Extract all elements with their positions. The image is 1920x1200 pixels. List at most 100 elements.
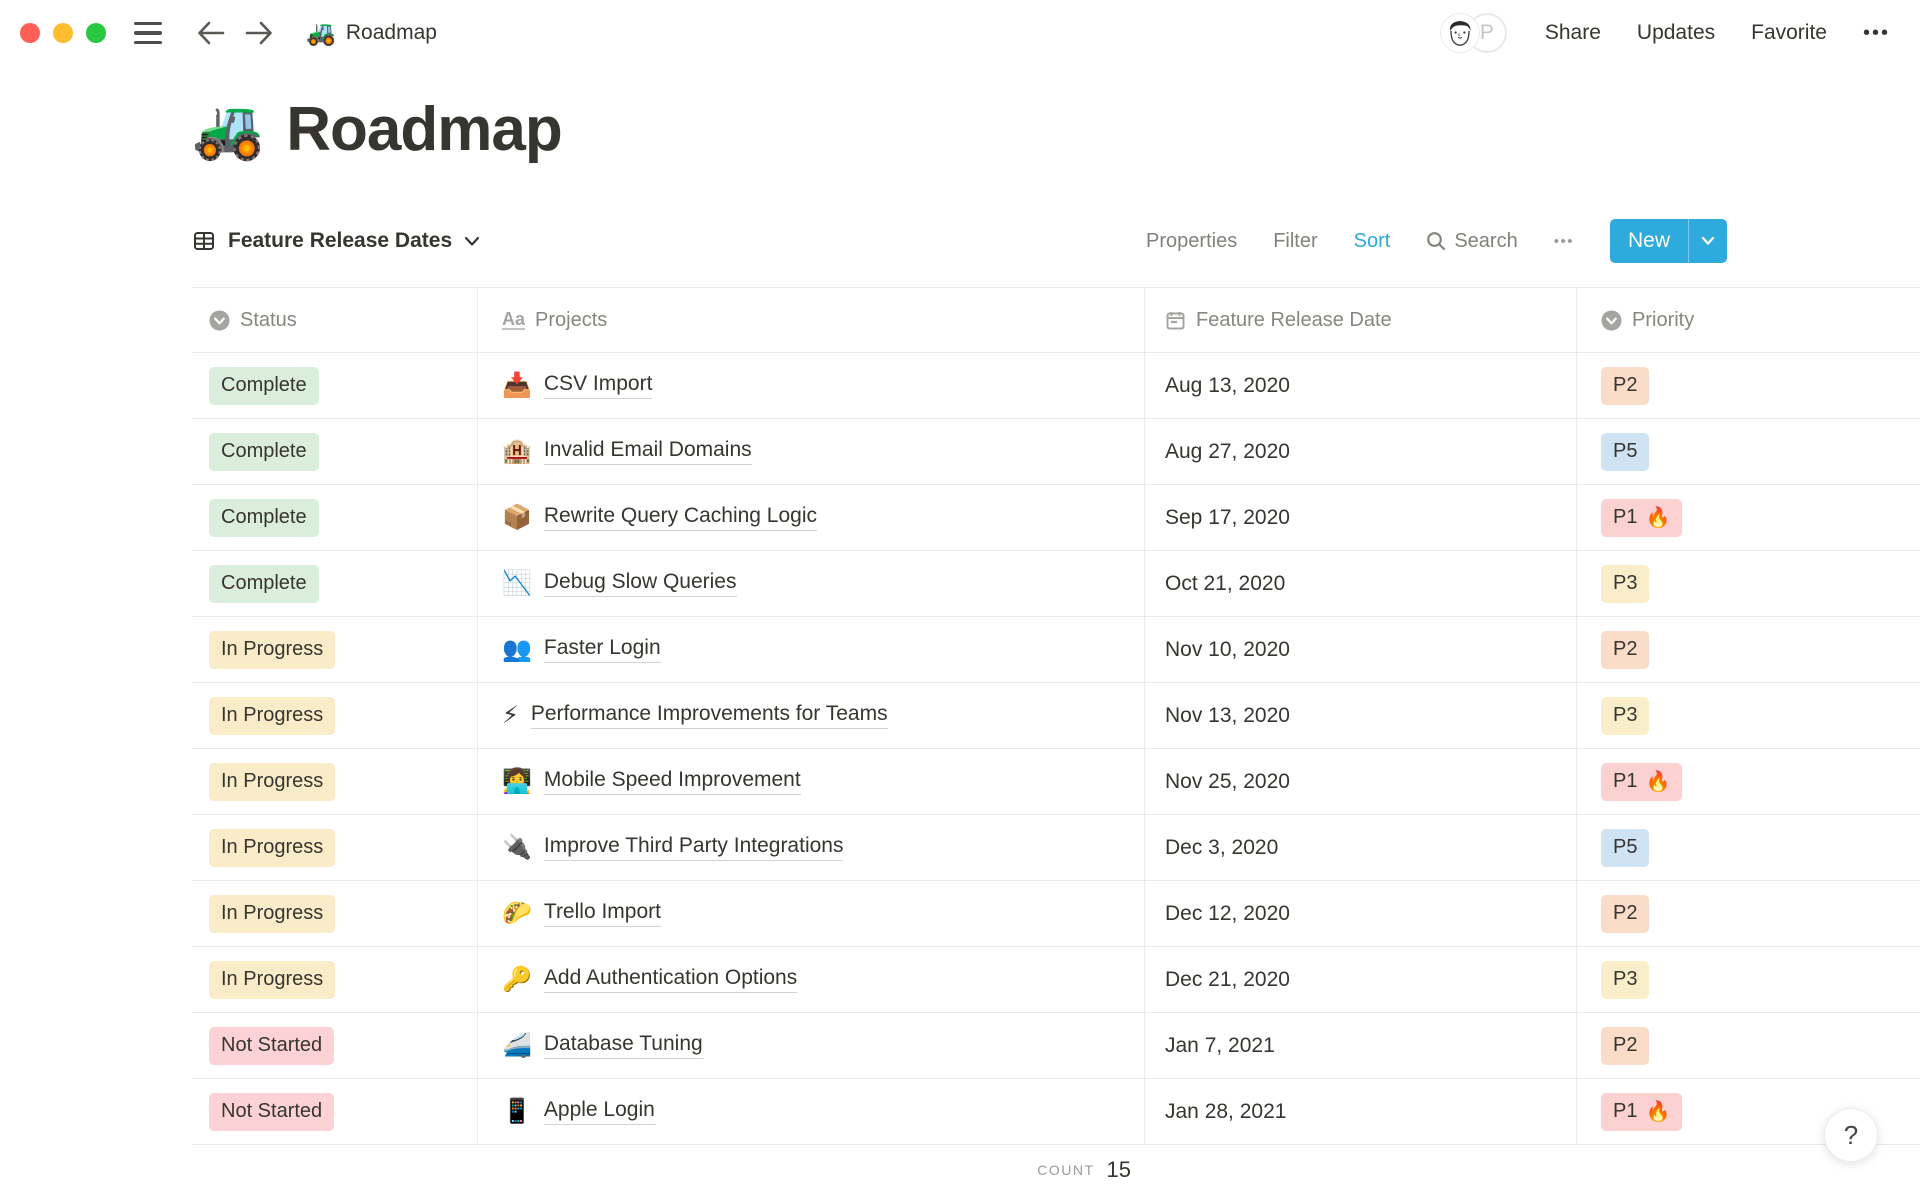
status-tag[interactable]: In Progress [209, 894, 336, 933]
priority-tag[interactable]: P5 [1601, 432, 1650, 471]
close-window-button[interactable] [20, 23, 40, 43]
breadcrumb[interactable]: 🚜 Roadmap [306, 19, 437, 48]
new-button[interactable]: New [1609, 219, 1727, 263]
project-link[interactable]: Invalid Email Domains [543, 438, 752, 465]
tractor-page-icon[interactable]: 🚜 [192, 96, 264, 164]
project-link[interactable]: Apple Login [543, 1098, 655, 1125]
status-tag[interactable]: In Progress [209, 696, 336, 735]
column-header-projects[interactable]: Aa Projects [478, 288, 1145, 352]
status-cell: Not Started [192, 1079, 478, 1144]
sidebar-menu-icon[interactable] [134, 21, 162, 45]
status-tag[interactable]: Complete [209, 498, 319, 537]
status-tag[interactable]: Complete [209, 432, 319, 471]
view-switcher[interactable]: Feature Release Dates [192, 229, 480, 253]
status-tag[interactable]: In Progress [209, 630, 336, 669]
project-link[interactable]: Performance Improvements for Teams [530, 702, 888, 729]
project-link[interactable]: Database Tuning [543, 1032, 703, 1059]
date-cell[interactable]: Nov 25, 2020 [1145, 749, 1577, 814]
table-row[interactable]: Complete 📥 CSV Import Aug 13, 2020 P2 [192, 353, 1920, 419]
priority-cell: P2 [1577, 353, 1920, 418]
date-cell[interactable]: Nov 10, 2020 [1145, 617, 1577, 682]
page-title-text[interactable]: Roadmap [286, 94, 562, 165]
favorite-button[interactable]: Favorite [1751, 21, 1827, 45]
priority-tag[interactable]: P1 🔥 [1601, 498, 1683, 537]
table-row[interactable]: Not Started 📱 Apple Login Jan 28, 2021 P1 🔥 [192, 1079, 1920, 1145]
table-row[interactable]: Complete 📉 Debug Slow Queries Oct 21, 2020 P… [192, 551, 1920, 617]
tractor-icon: 🚜 [306, 19, 336, 47]
filter-button[interactable]: Filter [1273, 230, 1317, 253]
date-cell[interactable]: Aug 27, 2020 [1145, 419, 1577, 484]
column-header-status[interactable]: Status [192, 288, 478, 352]
taco-icon: 🌮 [502, 900, 532, 927]
table-row[interactable]: In Progress 👩‍💻 Mobile Speed Improvement No… [192, 749, 1920, 815]
table-row[interactable]: Not Started 🚄 Database Tuning Jan 7, 2021 P2 [192, 1013, 1920, 1079]
project-link[interactable]: Add Authentication Options [543, 966, 798, 993]
zoom-window-button[interactable] [86, 23, 106, 43]
view-more-icon[interactable]: ••• [1554, 233, 1574, 250]
priority-tag[interactable]: P2 [1601, 630, 1650, 669]
date-cell[interactable]: Jan 7, 2021 [1145, 1013, 1577, 1078]
project-cell: 🌮 Trello Import [478, 881, 1145, 946]
table-row[interactable]: In Progress ⚡ Performance Improvements for… [192, 683, 1920, 749]
help-button[interactable]: ? [1824, 1108, 1878, 1162]
priority-tag[interactable]: P1 🔥 [1601, 1092, 1683, 1131]
table-row[interactable]: In Progress 🌮 Trello Import Dec 12, 2020 P2 [192, 881, 1920, 947]
priority-cell: P5 [1577, 419, 1920, 484]
date-cell[interactable]: Dec 21, 2020 [1145, 947, 1577, 1012]
status-tag[interactable]: In Progress [209, 960, 336, 999]
date-cell[interactable]: Nov 13, 2020 [1145, 683, 1577, 748]
status-tag[interactable]: In Progress [209, 828, 336, 867]
guest-avatar-letter: P [1479, 21, 1494, 44]
search-button[interactable]: Search [1426, 230, 1518, 253]
date-cell[interactable]: Aug 13, 2020 [1145, 353, 1577, 418]
priority-tag[interactable]: P2 [1601, 1026, 1650, 1065]
back-button[interactable] [196, 20, 226, 46]
priority-tag[interactable]: P2 [1601, 894, 1650, 933]
sort-button[interactable]: Sort [1354, 230, 1391, 253]
fire-icon: 🔥 [1645, 771, 1671, 793]
new-dropdown-button[interactable] [1689, 219, 1727, 263]
user-avatar[interactable] [1439, 13, 1480, 53]
status-tag[interactable]: Not Started [209, 1026, 335, 1065]
table-row[interactable]: In Progress 🔑 Add Authentication Options De… [192, 947, 1920, 1013]
project-link[interactable]: Debug Slow Queries [543, 570, 737, 597]
status-tag[interactable]: In Progress [209, 762, 336, 801]
project-link[interactable]: Faster Login [543, 636, 661, 663]
project-link[interactable]: Mobile Speed Improvement [543, 768, 801, 795]
column-header-priority[interactable]: Priority [1577, 288, 1920, 352]
status-tag[interactable]: Not Started [209, 1092, 335, 1131]
project-link[interactable]: Improve Third Party Integrations [543, 834, 844, 861]
table-row[interactable]: In Progress 👥 Faster Login Nov 10, 2020 P2 [192, 617, 1920, 683]
priority-tag[interactable]: P3 [1601, 960, 1650, 999]
project-link[interactable]: CSV Import [543, 372, 653, 399]
properties-button[interactable]: Properties [1146, 230, 1237, 253]
share-button[interactable]: Share [1545, 21, 1601, 45]
date-cell[interactable]: Dec 12, 2020 [1145, 881, 1577, 946]
project-link[interactable]: Trello Import [543, 900, 661, 927]
status-cell: In Progress [192, 617, 478, 682]
status-tag[interactable]: Complete [209, 366, 319, 405]
date-cell[interactable]: Jan 28, 2021 [1145, 1079, 1577, 1144]
date-cell[interactable]: Oct 21, 2020 [1145, 551, 1577, 616]
priority-tag[interactable]: P5 [1601, 828, 1650, 867]
updates-button[interactable]: Updates [1637, 21, 1715, 45]
priority-tag[interactable]: P3 [1601, 696, 1650, 735]
minimize-window-button[interactable] [53, 23, 73, 43]
project-link[interactable]: Rewrite Query Caching Logic [543, 504, 818, 531]
more-options-icon[interactable]: ••• [1863, 22, 1890, 45]
table-row[interactable]: Complete 🏨 Invalid Email Domains Aug 27, 20… [192, 419, 1920, 485]
count-label[interactable]: COUNT [1037, 1162, 1094, 1178]
project-cell: 👥 Faster Login [478, 617, 1145, 682]
date-cell[interactable]: Dec 3, 2020 [1145, 815, 1577, 880]
status-tag[interactable]: Complete [209, 564, 319, 603]
priority-tag[interactable]: P1 🔥 [1601, 762, 1683, 801]
table-row[interactable]: In Progress 🔌 Improve Third Party Integrat… [192, 815, 1920, 881]
forward-button[interactable] [244, 20, 274, 46]
date-cell[interactable]: Sep 17, 2020 [1145, 485, 1577, 550]
priority-cell: P3 [1577, 683, 1920, 748]
priority-cell: P3 [1577, 551, 1920, 616]
column-header-date[interactable]: Feature Release Date [1145, 288, 1577, 352]
priority-tag[interactable]: P3 [1601, 564, 1650, 603]
priority-tag[interactable]: P2 [1601, 366, 1650, 405]
table-row[interactable]: Complete 📦 Rewrite Query Caching Logic Sep … [192, 485, 1920, 551]
